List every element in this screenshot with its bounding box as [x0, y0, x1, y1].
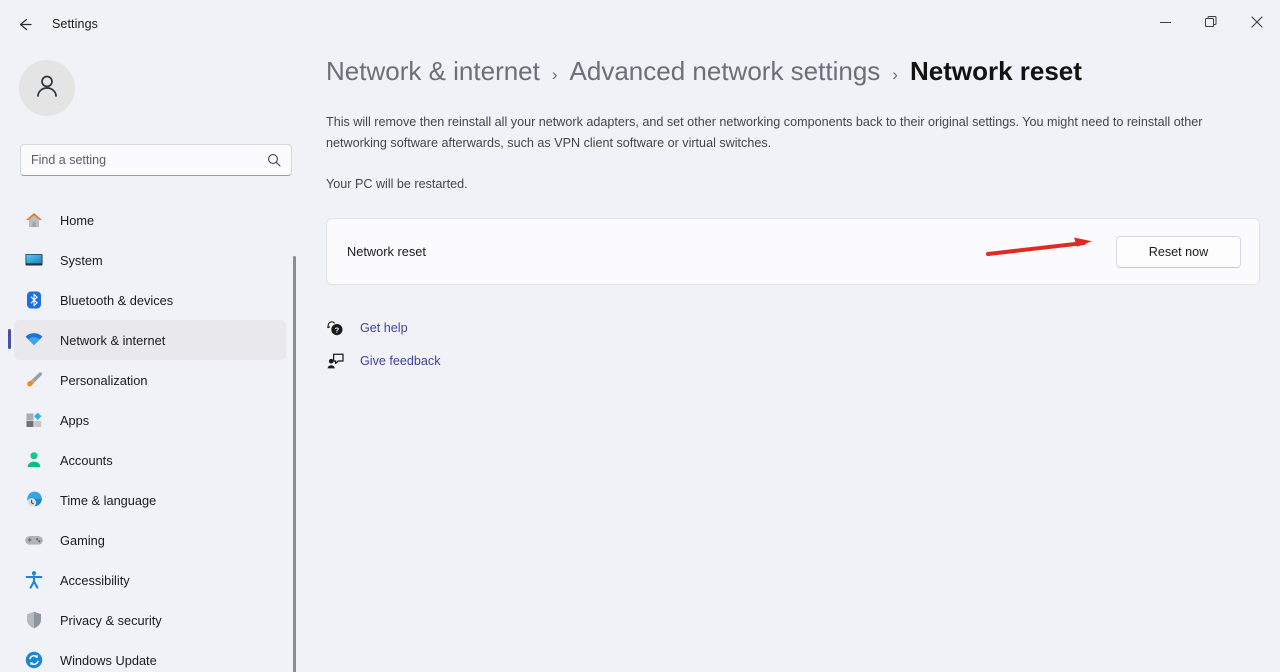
sidebar-item-accounts[interactable]: Accounts	[14, 440, 286, 480]
accessibility-icon	[23, 569, 45, 591]
shield-icon	[23, 609, 45, 631]
wifi-icon	[23, 329, 45, 351]
apps-icon	[23, 409, 45, 431]
reset-now-button[interactable]: Reset now	[1116, 235, 1241, 268]
close-icon	[1251, 15, 1263, 33]
back-button[interactable]	[8, 8, 40, 40]
minimize-icon	[1159, 15, 1171, 33]
give-feedback-label: Give feedback	[360, 354, 441, 368]
sidebar-item-label: Bluetooth & devices	[60, 292, 174, 308]
get-help-link[interactable]: ? Get help	[324, 313, 441, 343]
help-question-icon: ?	[324, 317, 346, 339]
sidebar-item-label: Windows Update	[60, 652, 157, 668]
minimize-button[interactable]	[1142, 0, 1188, 48]
breadcrumb-item-advanced-network-settings[interactable]: Advanced network settings	[570, 56, 881, 87]
feedback-person-icon	[324, 350, 346, 372]
chevron-right-icon: ›	[892, 65, 898, 84]
monitor-icon	[23, 249, 45, 271]
search-input[interactable]: Find a setting	[20, 144, 292, 176]
sidebar-item-label: Home	[60, 212, 95, 228]
paintbrush-icon	[23, 369, 45, 391]
sidebar-item-label: Accounts	[60, 452, 113, 468]
chevron-right-icon: ›	[551, 65, 558, 84]
network-reset-card: Network reset Reset now	[326, 218, 1260, 285]
person-avatar-icon	[32, 71, 62, 106]
sidebar-item-label: Network & internet	[60, 332, 166, 348]
gamepad-icon	[23, 529, 45, 551]
sidebar-item-label: Apps	[60, 412, 90, 428]
sidebar-item-privacy-security[interactable]: Privacy & security	[14, 600, 286, 640]
sidebar-item-label: Accessibility	[60, 572, 130, 588]
clock-globe-icon	[23, 489, 45, 511]
sidebar-item-label: Privacy & security	[60, 612, 162, 628]
sidebar-item-accessibility[interactable]: Accessibility	[14, 560, 286, 600]
network-reset-label: Network reset	[347, 244, 426, 259]
sidebar: Find a setting Home System Bluetooth & d…	[0, 48, 296, 672]
sidebar-item-time-language[interactable]: Time & language	[14, 480, 286, 520]
bluetooth-icon	[23, 289, 45, 311]
account-person-icon	[23, 449, 45, 471]
page-description: This will remove then reinstall all your…	[326, 115, 1203, 150]
page-title: Network reset	[909, 56, 1082, 86]
sidebar-item-network-internet[interactable]: Network & internet	[8, 320, 286, 360]
help-links: ? Get help Give feedback	[324, 313, 441, 379]
sidebar-item-label: Personalization	[60, 372, 148, 388]
breadcrumb: Network & internet › Advanced network se…	[326, 56, 1082, 87]
sidebar-item-apps[interactable]: Apps	[14, 400, 286, 440]
restart-note: Your PC will be restarted.	[326, 177, 468, 191]
title-bar: Settings	[0, 0, 1280, 48]
window-controls	[1142, 0, 1280, 48]
app-title: Settings	[52, 17, 98, 31]
breadcrumb-item-network-internet[interactable]: Network & internet	[326, 56, 540, 87]
sidebar-nav: Home System Bluetooth & devices Network …	[0, 200, 296, 672]
sidebar-item-gaming[interactable]: Gaming	[14, 520, 286, 560]
sidebar-item-label: System	[60, 252, 103, 268]
sidebar-item-label: Gaming	[60, 532, 105, 548]
update-refresh-icon	[23, 649, 45, 671]
give-feedback-link[interactable]: Give feedback	[324, 346, 441, 376]
search-placeholder: Find a setting	[31, 153, 107, 167]
search-icon	[267, 153, 281, 167]
avatar[interactable]	[19, 60, 75, 116]
main-content: Network & internet › Advanced network se…	[296, 48, 1280, 672]
restore-icon	[1205, 15, 1217, 33]
sidebar-item-bluetooth[interactable]: Bluetooth & devices	[14, 280, 286, 320]
sidebar-item-label: Time & language	[60, 492, 157, 508]
back-arrow-icon	[16, 16, 33, 33]
maximize-button[interactable]	[1188, 0, 1234, 48]
svg-text:?: ?	[334, 325, 339, 334]
home-icon	[23, 209, 45, 231]
sidebar-item-system[interactable]: System	[14, 240, 286, 280]
sidebar-item-windows-update[interactable]: Windows Update	[14, 640, 286, 672]
close-button[interactable]	[1234, 0, 1280, 48]
sidebar-item-home[interactable]: Home	[14, 200, 286, 240]
get-help-label: Get help	[360, 321, 408, 335]
sidebar-item-personalization[interactable]: Personalization	[14, 360, 286, 400]
